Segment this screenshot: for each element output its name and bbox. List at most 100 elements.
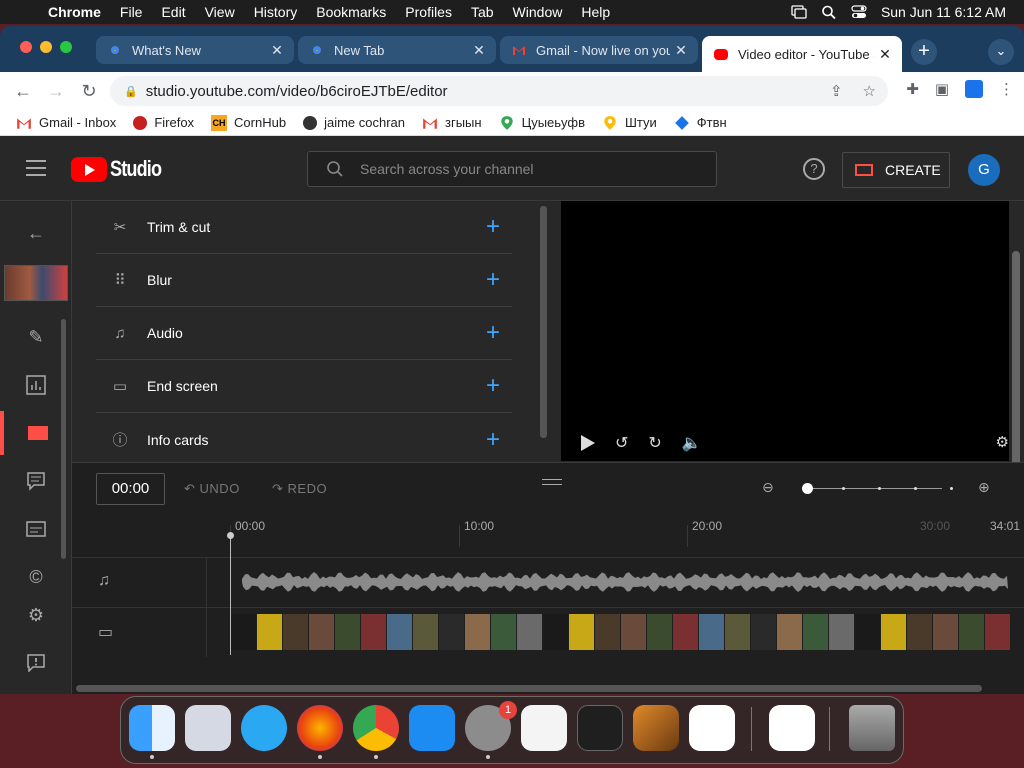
zoom-window-button[interactable]	[60, 41, 72, 53]
close-tab-icon[interactable]: ✕	[266, 42, 288, 59]
video-filmstrip[interactable]	[231, 614, 1010, 650]
menu-app-name[interactable]: Chrome	[48, 4, 101, 20]
back-arrow-icon[interactable]: ←	[0, 211, 72, 255]
bookmark-shtui[interactable]: Штуи	[602, 115, 657, 131]
profile-extension-icon[interactable]	[965, 80, 983, 98]
bookmark-zgyyn[interactable]: згыын	[422, 115, 482, 131]
bookmark-cornhub[interactable]: CH CornHub	[211, 114, 286, 131]
menu-view[interactable]: View	[205, 4, 235, 20]
add-plus-icon[interactable]: +	[486, 213, 500, 241]
menu-file[interactable]: File	[120, 4, 143, 20]
forward-icon[interactable]: →	[41, 81, 71, 102]
vscode-icon[interactable]	[689, 705, 735, 751]
tab-new-tab[interactable]: New Tab ✕	[298, 36, 496, 64]
tool-blur[interactable]: ⠿ Blur +	[96, 254, 512, 307]
tab-gmail[interactable]: Gmail - Now live on your ✕	[500, 36, 698, 64]
add-plus-icon[interactable]: +	[486, 426, 500, 454]
menu-bookmarks[interactable]: Bookmarks	[316, 4, 386, 20]
resize-handle-icon[interactable]	[542, 479, 562, 489]
tool-end-screen[interactable]: ▭ End screen +	[96, 360, 512, 413]
tab-video-editor[interactable]: Video editor - YouTube S ✕	[702, 36, 902, 72]
tool-info-cards[interactable]: ⓘ Info cards +	[96, 413, 512, 462]
launchpad-icon[interactable]	[185, 705, 231, 751]
menubar-datetime[interactable]: Sun Jun 11 6:12 AM	[881, 4, 1006, 20]
menu-help[interactable]: Help	[581, 4, 610, 20]
settings-gear-icon[interactable]: ⚙	[0, 593, 72, 637]
chrome-menu-icon[interactable]: ⋮	[999, 80, 1014, 98]
player-settings-gear-icon[interactable]: ⚙	[996, 433, 1009, 451]
menu-profiles[interactable]: Profiles	[405, 4, 452, 20]
close-tab-icon[interactable]: ✕	[670, 42, 692, 59]
screen-mirror-icon[interactable]	[791, 5, 807, 19]
close-tab-icon[interactable]: ✕	[874, 46, 896, 63]
audio-waveform[interactable]	[242, 572, 1008, 592]
minimize-window-button[interactable]	[40, 41, 52, 53]
close-window-button[interactable]	[20, 41, 32, 53]
rewind-10-icon[interactable]: ↺	[615, 433, 628, 453]
address-bar[interactable]: 🔒 studio.youtube.com/video/b6ciroEJTbE/e…	[110, 76, 888, 106]
garageband-icon[interactable]	[633, 705, 679, 751]
add-plus-icon[interactable]: +	[486, 372, 500, 400]
safari-icon[interactable]	[241, 705, 287, 751]
lock-icon[interactable]: 🔒	[124, 85, 138, 98]
add-plus-icon[interactable]: +	[486, 266, 500, 294]
bookmark-firefox[interactable]: Firefox	[133, 115, 194, 130]
video-thumbnail[interactable]	[4, 265, 68, 301]
tool-audio[interactable]: ♫ Audio +	[96, 307, 512, 360]
close-tab-icon[interactable]: ✕	[468, 42, 490, 59]
zoom-slider-track[interactable]	[804, 488, 942, 489]
menu-tab[interactable]: Tab	[471, 4, 494, 20]
bookmark-ftvn[interactable]: Фтвн	[674, 115, 727, 131]
bookmark-star-icon[interactable]: ☆	[863, 82, 876, 100]
help-icon[interactable]: ?	[803, 158, 825, 180]
tools-scrollbar[interactable]	[540, 206, 547, 438]
hamburger-menu-icon[interactable]	[26, 160, 46, 181]
finder-icon[interactable]	[129, 705, 175, 759]
bookmark-gmail-inbox[interactable]: Gmail - Inbox	[16, 115, 116, 131]
current-time-field[interactable]: 00:00	[96, 473, 165, 505]
studio-logo[interactable]: Studio	[71, 156, 172, 182]
account-avatar[interactable]: G	[968, 154, 1000, 186]
bookmark-tsuyeyufv[interactable]: Цуыеьуфв	[499, 115, 585, 131]
timeline-horizontal-scrollbar[interactable]	[76, 685, 982, 692]
textedit-icon[interactable]	[521, 705, 567, 751]
volume-icon[interactable]: 🔈	[682, 433, 702, 453]
url-text[interactable]: studio.youtube.com/video/b6ciroEJTbE/edi…	[146, 83, 448, 100]
menu-window[interactable]: Window	[513, 4, 563, 20]
app-store-icon[interactable]	[409, 705, 455, 751]
video-preview-player[interactable]: ↺ ↻ 🔈 ⚙	[561, 201, 1009, 461]
play-icon[interactable]	[581, 435, 595, 451]
zoom-slider-thumb[interactable]	[802, 483, 813, 494]
redo-button[interactable]: ↷ REDO	[272, 481, 327, 497]
firefox-icon[interactable]	[297, 705, 343, 759]
reload-icon[interactable]: ↻	[74, 81, 104, 102]
nav-scrollbar[interactable]	[61, 319, 66, 559]
feedback-icon[interactable]	[0, 641, 72, 685]
undo-button[interactable]: ↶ UNDO	[184, 481, 240, 497]
visual-studio-icon[interactable]	[769, 705, 815, 751]
trash-icon[interactable]	[849, 705, 895, 751]
control-center-icon[interactable]	[851, 5, 867, 19]
back-icon[interactable]: ←	[8, 81, 38, 102]
menu-edit[interactable]: Edit	[161, 4, 185, 20]
chrome-icon[interactable]	[353, 705, 399, 759]
channel-search-box[interactable]: Search across your channel	[307, 151, 717, 187]
forward-10-icon[interactable]: ↻	[648, 433, 661, 453]
side-panel-icon[interactable]: ▣	[935, 80, 949, 98]
timeline-playhead[interactable]	[227, 532, 234, 655]
add-plus-icon[interactable]: +	[486, 319, 500, 347]
create-button[interactable]: CREATE	[842, 152, 950, 188]
tab-whats-new[interactable]: What's New ✕	[96, 36, 294, 64]
new-tab-button[interactable]: +	[911, 39, 937, 65]
tab-search-button[interactable]: ⌄	[988, 39, 1014, 65]
bookmark-jaime-cochran[interactable]: jaime cochran	[303, 115, 405, 130]
share-icon[interactable]: ⇪	[830, 82, 843, 100]
spotlight-search-icon[interactable]	[821, 5, 837, 19]
terminal-icon[interactable]	[577, 705, 623, 751]
system-settings-icon[interactable]: 1	[465, 701, 517, 759]
zoom-out-icon[interactable]: ⊖	[762, 479, 774, 496]
extensions-icon[interactable]: ✚	[906, 80, 919, 98]
menu-history[interactable]: History	[254, 4, 298, 20]
tool-trim-cut[interactable]: ✂ Trim & cut +	[96, 201, 512, 254]
zoom-in-icon[interactable]: ⊕	[978, 479, 990, 496]
